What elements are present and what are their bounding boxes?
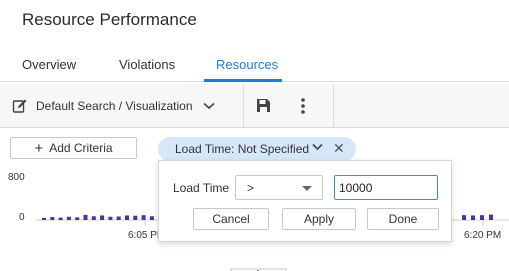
chart-bar: [50, 217, 55, 220]
load-time-value-input[interactable]: [334, 175, 438, 200]
tab-resources[interactable]: Resources: [216, 57, 278, 72]
close-icon[interactable]: ✕: [333, 140, 345, 157]
chart-bar: [91, 216, 96, 220]
y-tick-label-max: 800: [8, 172, 25, 183]
chevron-down-icon[interactable]: [312, 143, 323, 151]
save-icon[interactable]: [256, 98, 271, 113]
chart-bar: [149, 216, 154, 220]
tab-violations[interactable]: Violations: [119, 57, 175, 72]
y-tick-label-min: 0: [19, 212, 25, 223]
chart-bar: [489, 214, 493, 220]
add-criteria-label: Add Criteria: [49, 141, 113, 155]
more-vertical-icon[interactable]: [300, 97, 306, 115]
apply-button[interactable]: Apply: [282, 208, 356, 230]
search-visualization-dropdown[interactable]: Default Search / Visualization: [12, 96, 215, 116]
plus-icon: +: [34, 139, 44, 157]
load-time-label: Load Time: [173, 181, 230, 195]
filter-popover: Load Time > Cancel Apply Done: [158, 160, 452, 242]
tab-overview[interactable]: Overview: [22, 57, 76, 72]
cancel-button[interactable]: Cancel: [193, 208, 269, 230]
chart-bar: [125, 215, 129, 220]
chart-bar: [58, 217, 63, 220]
active-tab-indicator: [204, 79, 282, 82]
tab-bar: Overview Violations Resources: [0, 48, 509, 82]
operator-value: >: [247, 181, 255, 195]
toolbar-divider: [333, 84, 334, 128]
bottom-panel-edge: [0, 262, 509, 271]
bottom-panel-graphics: [230, 268, 287, 271]
chart-bar: [116, 216, 121, 220]
chart-bar: [133, 215, 138, 220]
chart-bar: [480, 215, 484, 220]
chart-bar: [471, 215, 475, 220]
chart-bar: [108, 216, 113, 220]
operator-select[interactable]: >: [235, 175, 323, 200]
chart-bar: [75, 217, 80, 220]
toolbar: Default Search / Visualization: [0, 84, 509, 128]
chart-bar: [66, 216, 71, 220]
filter-pill-label: Load Time: Not Specified: [175, 142, 310, 156]
caret-down-icon: [302, 186, 312, 191]
edit-icon: [12, 99, 27, 113]
chart-bar: [100, 215, 105, 220]
search-visualization-label: Default Search / Visualization: [36, 99, 193, 113]
chevron-down-icon: [203, 102, 215, 110]
chart-bar: [42, 217, 46, 220]
chart-bar: [141, 215, 146, 220]
chart-bar: [462, 215, 466, 220]
x-tick-label: 6:20 PM: [464, 230, 501, 241]
page-title: Resource Performance: [22, 10, 197, 29]
toolbar-divider: [243, 84, 244, 128]
done-button[interactable]: Done: [367, 208, 439, 230]
add-criteria-button[interactable]: + Add Criteria: [10, 137, 137, 159]
filter-pill-load-time[interactable]: Load Time: Not Specified ✕: [158, 137, 356, 161]
chart-bar: [83, 214, 88, 220]
